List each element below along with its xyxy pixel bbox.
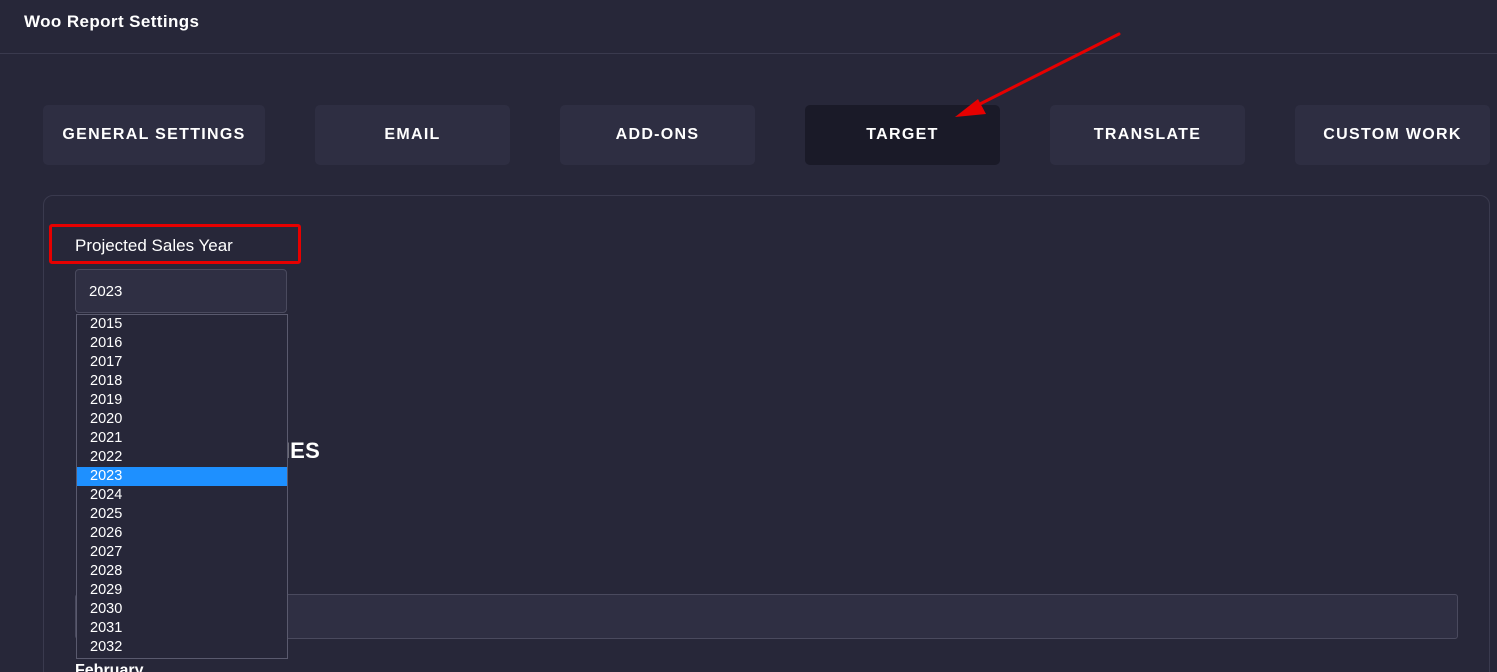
tab-general-settings[interactable]: GENERAL SETTINGS — [43, 105, 265, 165]
year-option[interactable]: 2015 — [77, 315, 287, 334]
year-option[interactable]: 2031 — [77, 619, 287, 638]
tab-add-ons[interactable]: ADD-ONS — [560, 105, 755, 165]
projected-sales-year-label: Projected Sales Year — [75, 236, 233, 255]
tab-target[interactable]: TARGET — [805, 105, 1000, 165]
year-option[interactable]: 2017 — [77, 353, 287, 372]
year-option[interactable]: 2026 — [77, 524, 287, 543]
year-option[interactable]: 2032 — [77, 638, 287, 657]
year-option[interactable]: 2024 — [77, 486, 287, 505]
year-option[interactable]: 2018 — [77, 372, 287, 391]
year-option[interactable]: 2019 — [77, 391, 287, 410]
next-month-label: February — [75, 662, 144, 672]
tab-email[interactable]: EMAIL — [315, 105, 510, 165]
year-option[interactable]: 2023 — [77, 467, 287, 486]
year-option[interactable]: 2020 — [77, 410, 287, 429]
year-option[interactable]: 2021 — [77, 429, 287, 448]
page: Woo Report Settings GENERAL SETTINGS EMA… — [0, 0, 1497, 672]
year-dropdown-list[interactable]: 2015 2016 2017 2018 2019 2020 2021 2022 2023 2024… — [76, 314, 288, 659]
year-option[interactable]: 2029 — [77, 581, 287, 600]
tab-translate[interactable]: TRANSLATE — [1050, 105, 1245, 165]
tab-custom-work[interactable]: CUSTOM WORK — [1295, 105, 1490, 165]
year-option[interactable]: 2030 — [77, 600, 287, 619]
year-select[interactable]: 2023 — [75, 269, 287, 313]
top-bar: Woo Report Settings — [0, 0, 1497, 54]
year-option[interactable]: 2022 — [77, 448, 287, 467]
year-option[interactable]: 2028 — [77, 562, 287, 581]
year-select-value: 2023 — [89, 282, 123, 300]
page-title: Woo Report Settings — [24, 12, 200, 31]
year-option[interactable]: 2016 — [77, 334, 287, 353]
year-option[interactable]: 2025 — [77, 505, 287, 524]
year-option[interactable]: 2027 — [77, 543, 287, 562]
